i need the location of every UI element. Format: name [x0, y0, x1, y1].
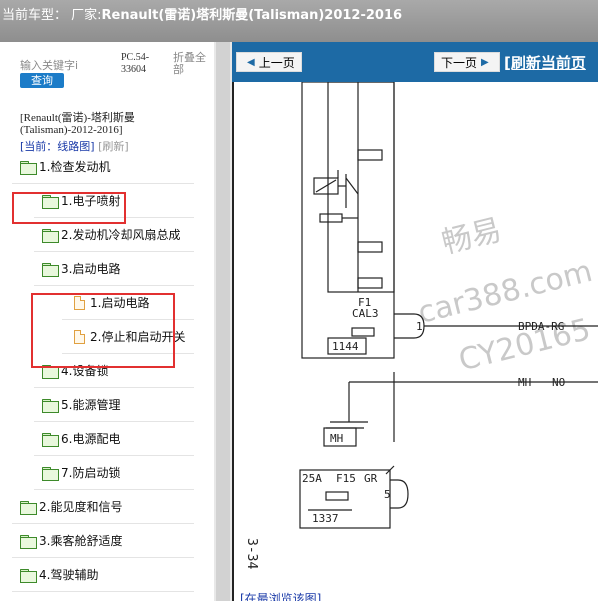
folder-icon	[42, 228, 59, 243]
title-bar: 当前车型： 厂家:Renault(雷诺)塔利斯曼(Talisman)2012-2…	[0, 0, 598, 42]
refresh-page-link[interactable]: [刷新当前页	[504, 52, 586, 73]
fuse-label: CAL3	[352, 307, 379, 320]
tree-item-label: 3.启动电路	[61, 262, 121, 276]
next-page-label: 下一页	[441, 55, 478, 70]
arrow-left-icon: ◀	[247, 56, 255, 68]
search-block: 查询	[20, 54, 102, 88]
fuse-label: F15	[336, 472, 356, 485]
tree-item-label: 6.电源配电	[61, 432, 121, 446]
wiring-diagram: 畅易 car388.com CY20165 F1 CAL3 1144 1 BPD…	[232, 82, 598, 601]
folder-icon	[20, 534, 37, 549]
tree-item[interactable]: 1.检查发动机	[12, 150, 194, 184]
folder-icon	[20, 160, 37, 175]
highlight-box	[12, 192, 126, 224]
content-pane: ◀ 上一页 下一页 ▶ [刷新当前页 畅易 car388.com CY20165	[232, 42, 598, 601]
fuse-rating: 25A	[302, 472, 322, 485]
folder-icon	[42, 466, 59, 481]
folder-icon	[20, 500, 37, 515]
vehicle-model: Renault(雷诺)塔利斯曼(Talisman)2012-2016	[101, 8, 403, 23]
wire-label: MH	[518, 376, 531, 389]
next-page-button[interactable]: 下一页 ▶	[434, 52, 500, 72]
folder-icon	[42, 398, 59, 413]
tree-item-label: 7.防启动锁	[61, 466, 121, 480]
fuse-symbol	[357, 149, 383, 161]
tree-item[interactable]: 3.启动电路	[34, 252, 194, 286]
tree-item[interactable]: 7.防启动锁	[34, 456, 194, 490]
pc-code: PC.54-33604	[121, 52, 150, 75]
watermark-text: 畅易	[438, 213, 505, 261]
fuse-symbol	[357, 277, 383, 289]
box-number: 1337	[312, 512, 339, 525]
sidebar: 查询 PC.54-33604 折叠全部 [Renault(雷诺)-塔利斯曼(Ta…	[0, 42, 214, 601]
title-prefix: 当前车型：	[2, 8, 68, 23]
fuse-symbol	[357, 241, 383, 253]
car-name: [Renault(雷诺)-塔利斯曼(Talisman)-2012-2016]	[20, 112, 135, 136]
search-button[interactable]: 查询	[20, 73, 64, 88]
folder-icon	[42, 432, 59, 447]
box-number: 1144	[332, 340, 359, 353]
ground-label: MH	[330, 432, 343, 445]
tree-item-label: 2.能见度和信号	[39, 500, 123, 514]
title-maker-label: 厂家:	[71, 8, 102, 23]
prev-page-label: 上一页	[258, 55, 295, 70]
sidebar-scrollbar[interactable]	[214, 42, 232, 601]
fuse-symbol	[351, 327, 375, 337]
collapse-all-link[interactable]: 折叠全部	[173, 52, 211, 76]
tree-item[interactable]: 3.乘客舱舒适度	[12, 524, 194, 558]
arrow-right-icon: ▶	[481, 56, 489, 68]
resistor-symbol	[319, 213, 343, 223]
connector-shape	[390, 479, 409, 509]
wire-label: NO	[552, 376, 565, 389]
page-reference: 3-34	[244, 538, 259, 569]
pin-label: 5	[384, 488, 391, 501]
tree-item-label: 3.乘客舱舒适度	[39, 534, 123, 548]
tree-item[interactable]: 5.能源管理	[34, 388, 194, 422]
prev-page-button[interactable]: ◀ 上一页	[236, 52, 302, 72]
keyword-input[interactable]	[20, 58, 102, 73]
content-toolbar: ◀ 上一页 下一页 ▶ [刷新当前页	[232, 42, 598, 82]
tree-item[interactable]: 2.能见度和信号	[12, 490, 194, 524]
wire-label: BPDA-RG	[518, 320, 564, 333]
wiring-diagram-svg: 畅易 car388.com CY20165 F1 CAL3 1144 1 BPD…	[244, 82, 598, 569]
fuse-symbol	[325, 491, 349, 501]
folder-icon	[42, 262, 59, 277]
highlight-box	[31, 293, 175, 368]
tree-item-label: 2.发动机冷却风扇总成	[61, 228, 181, 242]
tree-item-label: 1.检查发动机	[39, 160, 111, 174]
tree-item-label: 5.能源管理	[61, 398, 121, 412]
tree-item[interactable]: 6.电源配电	[34, 422, 194, 456]
fuse-box-1144	[301, 82, 395, 359]
tree-item[interactable]: 4.驾驶辅助	[12, 558, 194, 592]
folder-icon	[20, 568, 37, 583]
wire-label: GR	[364, 472, 378, 485]
bottom-view-link[interactable]: [在最浏览该图]	[240, 590, 321, 601]
scrollbar-thumb[interactable]	[216, 42, 230, 601]
pin-label: 1	[416, 320, 423, 333]
tree-item-label: 4.驾驶辅助	[39, 568, 99, 582]
